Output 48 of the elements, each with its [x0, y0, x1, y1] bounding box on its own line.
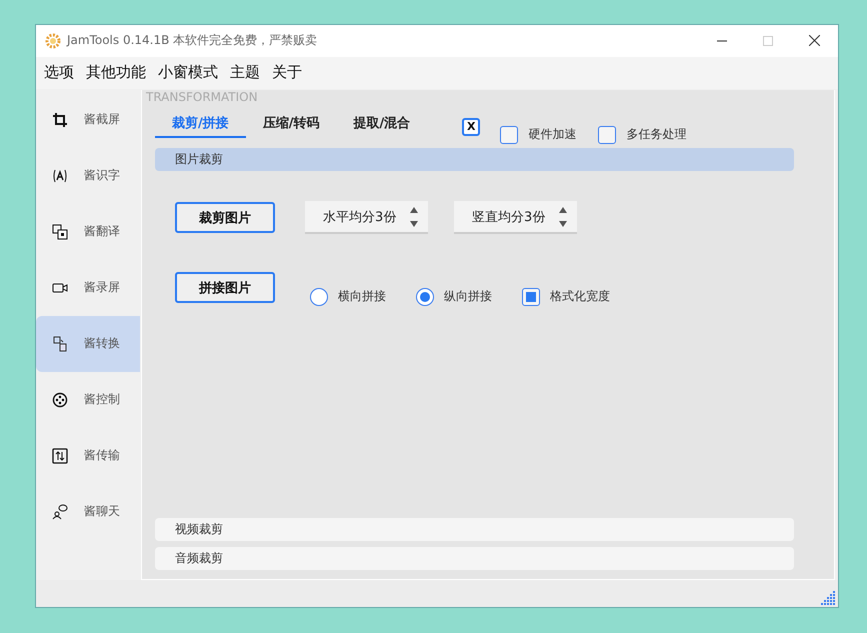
menu-item[interactable]: 小窗模式 — [158, 63, 218, 82]
transfer-icon — [52, 448, 68, 464]
gear-icon — [45, 32, 61, 49]
checkbox[interactable] — [522, 288, 540, 306]
checkbox-label: 格式化宽度 — [550, 288, 610, 306]
radio-button[interactable] — [416, 288, 434, 306]
tab[interactable]: 提取/混合 — [336, 114, 428, 138]
sidebar-item[interactable]: 酱截屏 — [36, 92, 140, 148]
translate-icon — [52, 224, 68, 240]
checkbox[interactable] — [598, 126, 616, 144]
sidebar-item[interactable]: 酱录屏 — [36, 260, 140, 316]
section-header[interactable]: 音频裁剪 — [155, 547, 794, 570]
tab[interactable]: 压缩/转码 — [246, 114, 336, 138]
checkbox-label: 多任务处理 — [626, 126, 686, 144]
radio-label: 纵向拼接 — [444, 288, 492, 306]
panel-title: TRANSFORMATION — [146, 90, 259, 104]
section-header[interactable]: 视频裁剪 — [155, 518, 794, 542]
menu-item[interactable]: 关于 — [272, 63, 302, 82]
menu-item[interactable]: 选项 — [44, 63, 74, 82]
menu-item[interactable]: 其他功能 — [86, 63, 146, 82]
sidebar-item[interactable]: 酱传输 — [36, 428, 140, 484]
sidebar-item[interactable]: 酱控制 — [36, 372, 140, 428]
join-images-button[interactable]: 拼接图片 — [175, 272, 275, 304]
spin-arrows-icon[interactable] — [410, 206, 418, 228]
crop-icon — [52, 112, 68, 128]
tab[interactable]: 裁剪/拼接 — [155, 114, 246, 138]
sidebar-item[interactable]: 酱转换 — [36, 316, 140, 372]
gamepad-icon — [52, 392, 68, 408]
chat-icon — [52, 504, 68, 520]
sidebar-item[interactable]: 酱聊天 — [36, 484, 140, 540]
menu-item[interactable]: 主题 — [230, 63, 260, 82]
close-button[interactable]: X — [462, 118, 480, 136]
crop-image-button[interactable]: 裁剪图片 — [175, 202, 275, 234]
resize-grip-icon[interactable] — [821, 590, 835, 605]
radio-button[interactable] — [310, 288, 328, 306]
window-title: JamTools 0.14.1B 本软件完全免费，严禁贩卖 — [67, 32, 318, 50]
radio-label: 横向拼接 — [338, 288, 386, 306]
checkbox[interactable] — [500, 126, 518, 144]
file-convert-icon — [52, 336, 68, 352]
checkbox-label: 硬件加速 — [528, 126, 576, 144]
close-icon[interactable] — [809, 35, 820, 46]
section-header[interactable]: 图片裁剪 — [155, 148, 794, 171]
text-scan-icon — [52, 168, 68, 184]
sidebar-item[interactable]: 酱翻译 — [36, 204, 140, 260]
spin-arrows-icon[interactable] — [559, 206, 567, 228]
sidebar-item[interactable]: 酱识字 — [36, 148, 140, 204]
spin-box[interactable]: 水平均分3份 — [305, 201, 428, 234]
spin-box[interactable]: 竖直均分3份 — [454, 201, 577, 234]
